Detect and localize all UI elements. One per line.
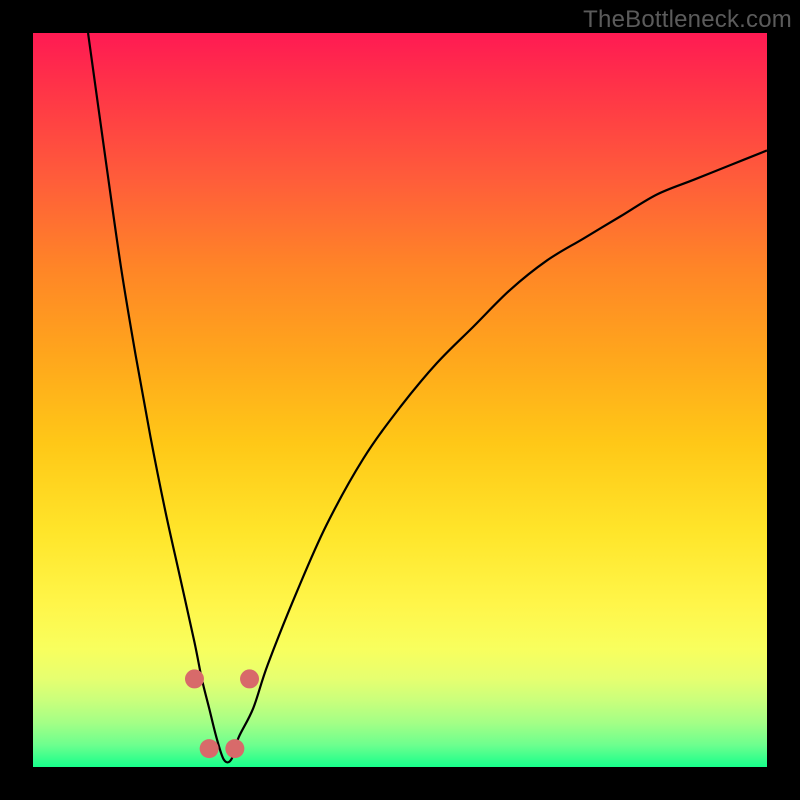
- marker-point: [225, 739, 244, 758]
- outer-frame: TheBottleneck.com: [0, 0, 800, 800]
- marker-point: [185, 669, 204, 688]
- watermark-text: TheBottleneck.com: [583, 6, 792, 34]
- plot-area: [33, 33, 767, 767]
- marker-layer: [33, 33, 767, 767]
- marker-point: [240, 669, 259, 688]
- marker-point: [200, 739, 219, 758]
